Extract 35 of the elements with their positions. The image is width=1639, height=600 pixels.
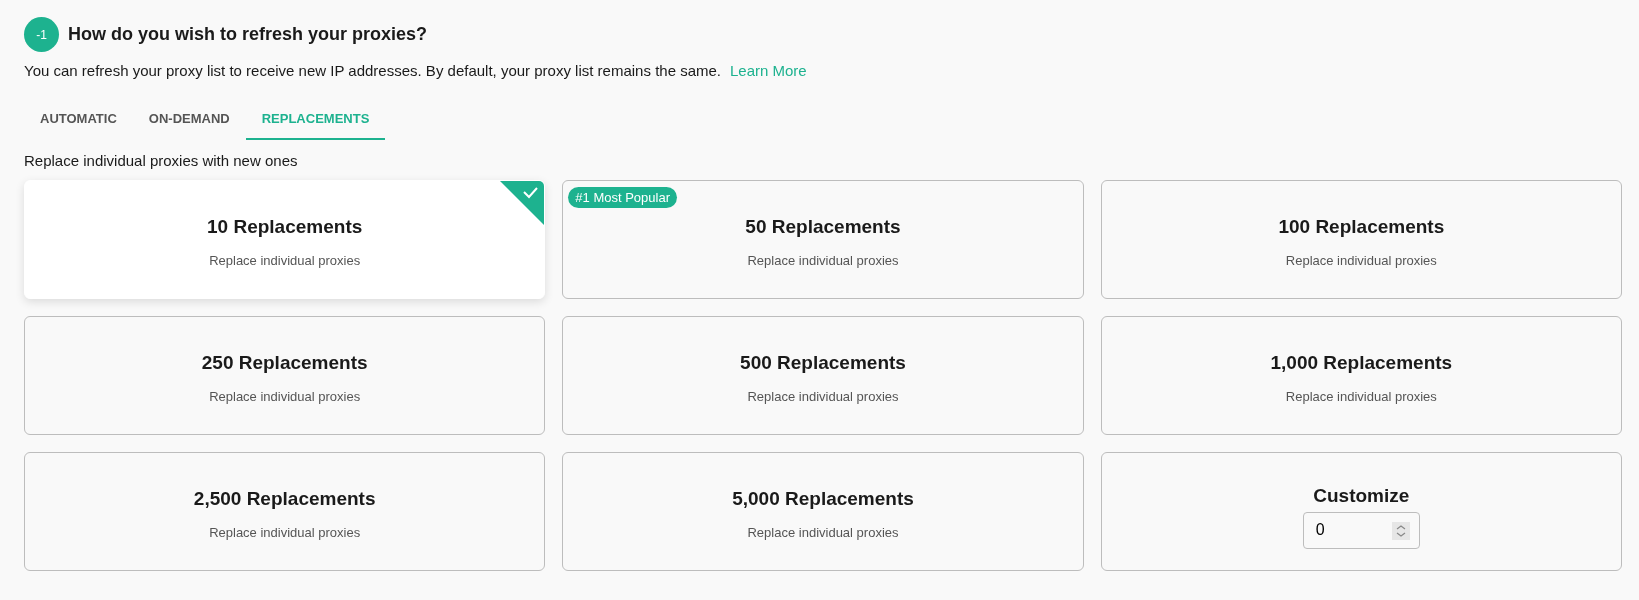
popular-badge: #1 Most Popular — [568, 187, 677, 208]
option-card[interactable]: 2,500 Replacements Replace individual proxies — [24, 452, 546, 571]
option-title: 5,000 Replacements — [732, 487, 914, 510]
description-text: You can refresh your proxy list to receive new IP addresses. By default, your proxy list remains the same. — [24, 62, 721, 79]
option-subtitle: Replace individual proxies — [1285, 252, 1437, 268]
option-title: Customize — [1313, 484, 1410, 507]
section-caption: Replace individual proxies with new ones — [24, 152, 299, 169]
customize-card[interactable]: Customize 0 — [1100, 452, 1622, 571]
option-title: 50 Replacements — [745, 215, 901, 238]
check-corner-icon — [500, 181, 545, 225]
option-title: 100 Replacements — [1278, 215, 1445, 238]
option-subtitle: Replace individual proxies — [209, 388, 361, 404]
step-badge: -1 — [24, 17, 59, 52]
section-title: How do you wish to refresh your proxies? — [68, 24, 428, 45]
option-subtitle: Replace individual proxies — [209, 524, 361, 540]
option-title: 250 Replacements — [201, 351, 368, 374]
option-subtitle: Replace individual proxies — [209, 252, 361, 268]
option-card[interactable]: 100 Replacements Replace individual proxies — [1100, 180, 1622, 299]
option-subtitle: Replace individual proxies — [1285, 388, 1437, 404]
quantity-input[interactable]: 0 — [1302, 511, 1420, 549]
option-subtitle: Replace individual proxies — [747, 524, 899, 540]
option-card[interactable]: 250 Replacements Replace individual proxies — [24, 316, 546, 435]
tab[interactable]: AUTOMATIC — [24, 99, 133, 140]
option-title: 500 Replacements — [740, 351, 906, 374]
option-card[interactable]: 500 Replacements Replace individual proxies — [562, 316, 1084, 435]
option-subtitle: Replace individual proxies — [747, 388, 899, 404]
option-subtitle: Replace individual proxies — [747, 252, 899, 268]
option-title: 1,000 Replacements — [1270, 351, 1453, 374]
option-card[interactable]: #1 Most Popular 50 Replacements Replace individual proxies — [562, 180, 1084, 299]
option-card[interactable]: 5,000 Replacements Replace individual proxies — [562, 452, 1084, 571]
option-title: 10 Replacements — [207, 215, 363, 238]
option-card[interactable]: 10 Replacements Replace individual proxies — [24, 180, 546, 299]
option-title: 2,500 Replacements — [193, 487, 376, 510]
option-card[interactable]: 1,000 Replacements Replace individual proxies — [1100, 316, 1622, 435]
tab[interactable]: ON-DEMAND — [132, 99, 246, 140]
